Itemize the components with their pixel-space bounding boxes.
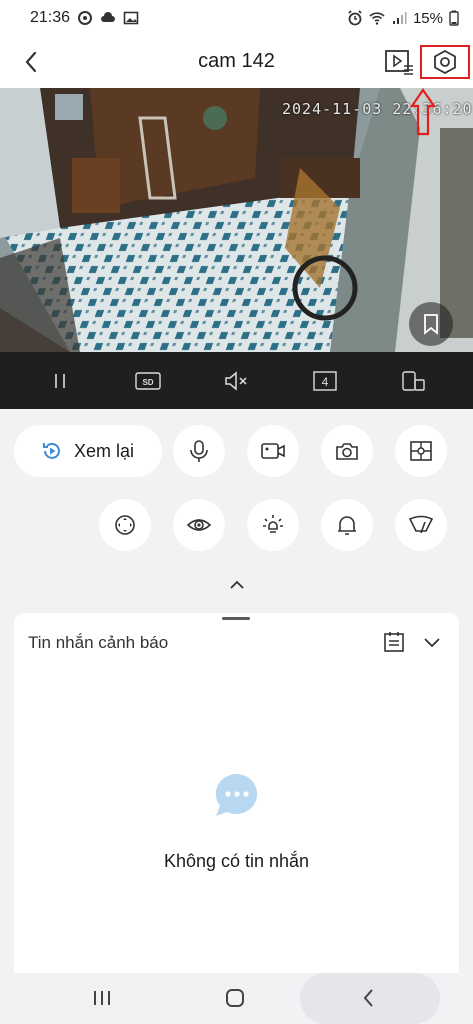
- wiper-icon: [408, 515, 434, 534]
- mute-button[interactable]: [216, 361, 256, 401]
- replay-icon: [43, 442, 60, 459]
- recent-apps-icon: [94, 991, 110, 1005]
- status-time: 21:36: [30, 9, 71, 26]
- pause-icon: [55, 373, 65, 388]
- ptz-button[interactable]: [99, 499, 151, 551]
- snapshot-button[interactable]: [321, 425, 373, 477]
- camera-icon: [336, 443, 358, 460]
- grid-settings-button[interactable]: [395, 425, 447, 477]
- battery-percent: 15%: [412, 9, 443, 27]
- quality-sd-button[interactable]: SD: [128, 361, 168, 401]
- svg-text:SD: SD: [143, 378, 154, 387]
- sync-icon: [78, 11, 93, 25]
- recent-apps-button[interactable]: [87, 983, 117, 1013]
- signal-icon: [392, 12, 407, 24]
- home-button[interactable]: [220, 983, 250, 1013]
- cloud-icon: [101, 12, 116, 22]
- empty-state-text: Không có tin nhắn: [163, 851, 310, 871]
- system-nav-bar: [0, 973, 473, 1024]
- bell-icon: [338, 516, 356, 535]
- ptz-icon: [115, 515, 135, 535]
- hexagon-settings-icon: [434, 49, 456, 75]
- alert-panel-title: Tin nhắn cảnh báo: [28, 633, 169, 652]
- alarm-bell-button[interactable]: [321, 499, 373, 551]
- replay-label: Xem lại: [74, 440, 135, 461]
- light-icon: [263, 515, 283, 533]
- orientation-button[interactable]: [393, 361, 433, 401]
- settings-button[interactable]: [420, 45, 470, 79]
- bookmark-button[interactable]: [409, 302, 453, 346]
- light-button[interactable]: [247, 499, 299, 551]
- gallery-icon: [123, 11, 139, 25]
- replay-button[interactable]: Xem lại: [14, 425, 162, 477]
- svg-text:4: 4: [321, 375, 328, 389]
- pause-button[interactable]: [40, 361, 80, 401]
- collapse-controls-icon[interactable]: [227, 574, 247, 594]
- home-icon: [226, 989, 244, 1007]
- red-arrow-annotation: [410, 88, 436, 136]
- chevron-down-icon[interactable]: [421, 632, 443, 652]
- eye-privacy-icon: [186, 519, 212, 531]
- microphone-icon: [190, 440, 208, 462]
- privacy-mode-button[interactable]: [173, 499, 225, 551]
- app-header: cam 142: [0, 36, 473, 88]
- back-icon: [363, 989, 373, 1007]
- video-control-bar: SD 4: [0, 352, 473, 409]
- panel-drag-handle[interactable]: [222, 617, 250, 620]
- system-back-button[interactable]: [354, 983, 384, 1013]
- video-record-button[interactable]: [247, 425, 299, 477]
- wiper-button[interactable]: [395, 499, 447, 551]
- split-view-button[interactable]: 4: [305, 361, 345, 401]
- rotate-screen-icon: [402, 370, 425, 391]
- microphone-button[interactable]: [173, 425, 225, 477]
- calendar-icon[interactable]: [382, 630, 406, 654]
- video-timestamp: 2024-11-03 22:36:20: [282, 100, 473, 118]
- alarm-icon: [348, 10, 362, 26]
- status-bar: 21:36 15%: [0, 0, 473, 36]
- grid-settings-icon: [410, 441, 432, 461]
- split-view-icon: 4: [312, 370, 337, 391]
- bookmark-icon: [424, 314, 438, 335]
- camera-scene: [0, 88, 473, 352]
- empty-chat-icon: [215, 773, 258, 816]
- speaker-muted-icon: [225, 370, 247, 391]
- playback-list-icon[interactable]: [384, 48, 414, 76]
- alert-messages-panel: Tin nhắn cảnh báo Không có tin nhắn: [14, 613, 459, 973]
- battery-icon: [449, 10, 459, 26]
- camera-live-view[interactable]: 2024-11-03 22:36:20: [0, 88, 473, 352]
- sd-quality-icon: SD: [135, 371, 161, 390]
- video-record-icon: [261, 443, 285, 459]
- wifi-icon: [369, 12, 385, 25]
